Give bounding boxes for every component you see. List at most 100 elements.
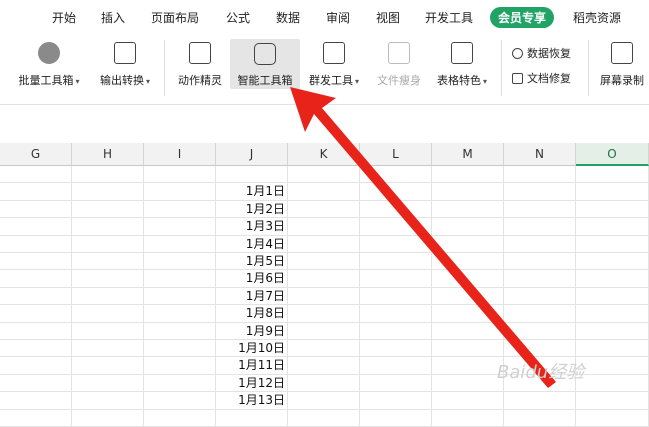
column-header-n[interactable]: N [504,143,576,166]
sheet-cell[interactable] [576,218,649,235]
sheet-cell[interactable] [144,392,216,409]
tab-data[interactable]: 数据 [276,9,300,26]
sheet-cell[interactable] [288,340,360,357]
sheet-cell[interactable] [576,322,649,339]
sheet-cell[interactable] [0,374,72,392]
sheet-cell[interactable] [0,305,72,322]
sheet-cell[interactable] [288,200,360,218]
sheet-cell[interactable] [288,253,360,270]
sheet-cell[interactable] [72,392,144,409]
sheet-cell[interactable] [288,392,360,409]
sheet-cell[interactable] [432,305,504,322]
sheet-cell[interactable] [288,183,360,200]
sheet-cell[interactable] [504,305,576,322]
sheet-cell[interactable]: 1月13日 [216,392,288,409]
sheet-cell[interactable] [360,200,432,218]
group-send-button[interactable]: 群发工具 ▾ [302,42,366,100]
sheet-cell[interactable] [0,235,72,252]
sheet-cell[interactable] [0,218,72,235]
file-repair-button[interactable]: 文档修复 [512,70,571,86]
sheet-cell[interactable] [0,392,72,409]
sheet-cell[interactable] [360,392,432,409]
sheet-cell[interactable] [360,166,432,183]
sheet-cell[interactable] [0,166,72,183]
sheet-cell[interactable] [144,235,216,252]
sheet-cell[interactable] [360,322,432,339]
sheet-cell[interactable] [504,392,576,409]
sheet-cell[interactable]: 1月12日 [216,374,288,392]
sheet-cell[interactable] [576,235,649,252]
sheet-cell[interactable] [0,357,72,374]
sheet-cell[interactable] [288,322,360,339]
file-slim-button[interactable]: 文件瘦身 [370,42,428,100]
sheet-cell[interactable] [432,340,504,357]
sheet-cell[interactable] [144,357,216,374]
sheet-cell[interactable] [144,340,216,357]
sheet-cell[interactable] [432,253,504,270]
sheet-cell[interactable] [576,340,649,357]
sheet-cell[interactable]: 1月6日 [216,270,288,287]
sheet-cell[interactable]: 1月8日 [216,305,288,322]
sheet-cell[interactable] [360,235,432,252]
export-convert-button[interactable]: 输出转换 ▾ [92,42,158,100]
sheet-cell[interactable] [576,166,649,183]
sheet-cell[interactable] [72,409,144,426]
batch-toolbox-button[interactable]: 批量工具箱 ▾ [10,42,88,100]
sheet-cell[interactable] [360,374,432,392]
sheet-cell[interactable] [288,270,360,287]
tab-docer-resources[interactable]: 稻壳资源 [573,9,621,26]
sheet-cell[interactable] [288,357,360,374]
sheet-cell[interactable] [288,374,360,392]
sheet-cell[interactable] [0,253,72,270]
sheet-cell[interactable] [144,409,216,426]
sheet-cell[interactable] [504,253,576,270]
sheet-cell[interactable] [576,392,649,409]
column-header-l[interactable]: L [360,143,432,166]
sheet-cell[interactable] [504,409,576,426]
sheet-cell[interactable] [504,183,576,200]
sheet-cell[interactable] [144,253,216,270]
sheet-cell[interactable] [72,270,144,287]
sheet-cell[interactable]: 1月5日 [216,253,288,270]
sheet-cell[interactable] [576,305,649,322]
sheet-cell[interactable] [360,183,432,200]
sheet-cell[interactable] [360,253,432,270]
sheet-cell[interactable] [144,200,216,218]
sheet-cell[interactable] [72,166,144,183]
sheet-cell[interactable] [576,409,649,426]
sheet-cell[interactable] [432,183,504,200]
sheet-cell[interactable] [504,340,576,357]
sheet-cell[interactable] [432,287,504,305]
tab-view[interactable]: 视图 [376,9,400,26]
sheet-cell[interactable] [216,166,288,183]
sheet-cell[interactable] [576,357,649,374]
sheet-cell[interactable] [288,218,360,235]
tab-page-layout[interactable]: 页面布局 [151,9,199,26]
column-header-j[interactable]: J [216,143,288,166]
sheet-cell[interactable] [576,253,649,270]
sheet-cell[interactable]: 1月2日 [216,200,288,218]
sheet-cell[interactable] [288,235,360,252]
sheet-cell[interactable]: 1月7日 [216,287,288,305]
sheet-cell[interactable] [72,235,144,252]
sheet-cell[interactable] [144,270,216,287]
sheet-cell[interactable]: 1月1日 [216,183,288,200]
sheet-cell[interactable] [432,409,504,426]
sheet-cell[interactable] [360,409,432,426]
sheet-cell[interactable] [360,340,432,357]
sheet-cell[interactable] [144,166,216,183]
column-header-i[interactable]: I [144,143,216,166]
column-header-g[interactable]: G [0,143,72,166]
sheet-cell[interactable] [72,253,144,270]
sheet-cell[interactable] [0,409,72,426]
sheet-cell[interactable] [144,374,216,392]
sheet-cell[interactable] [432,218,504,235]
sheet-cell[interactable] [360,305,432,322]
sheet-cell[interactable] [144,183,216,200]
sheet-cell[interactable] [360,270,432,287]
sheet-cell[interactable] [0,287,72,305]
sheet-cell[interactable] [432,166,504,183]
sheet-cell[interactable] [144,305,216,322]
sheet-cell[interactable] [72,357,144,374]
sheet-cell[interactable] [576,374,649,392]
